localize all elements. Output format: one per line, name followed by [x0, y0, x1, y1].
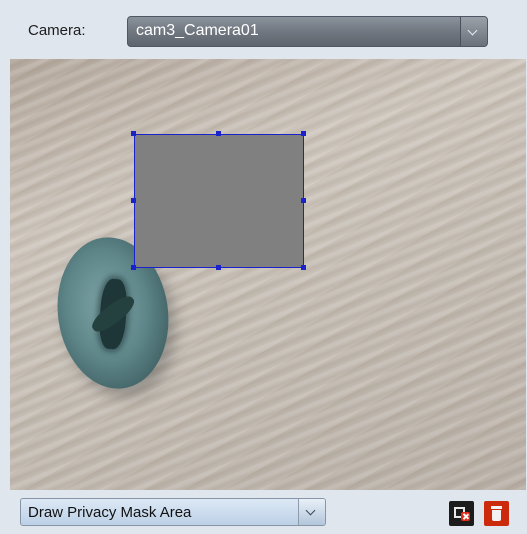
chevron-down-icon	[467, 25, 478, 36]
clear-mask-button[interactable]	[449, 501, 474, 526]
camera-dropdown-button[interactable]	[460, 17, 487, 46]
resize-handle-bottom-right[interactable]	[301, 265, 306, 270]
delete-mask-button[interactable]	[484, 501, 509, 526]
resize-handle-middle-right[interactable]	[301, 198, 306, 203]
privacy-mask-area[interactable]	[134, 134, 304, 268]
close-icon	[461, 512, 470, 521]
resize-handle-bottom-left[interactable]	[131, 265, 136, 270]
camera-select-value: cam3_Camera01	[136, 22, 259, 39]
trash-lid-icon	[491, 506, 502, 509]
camera-select[interactable]: cam3_Camera01	[127, 16, 488, 47]
resize-handle-top-middle[interactable]	[216, 131, 221, 136]
trash-icon	[492, 510, 501, 521]
camera-live-view[interactable]	[10, 59, 526, 490]
mask-mode-dropdown-button[interactable]	[298, 499, 325, 525]
resize-handle-top-right[interactable]	[301, 131, 306, 136]
camera-toolbar: Camera: cam3_Camera01	[0, 0, 527, 60]
chevron-down-icon	[305, 505, 316, 516]
mask-toolbar: Draw Privacy Mask Area	[0, 490, 527, 534]
camera-label: Camera:	[28, 22, 86, 39]
mask-mode-select[interactable]: Draw Privacy Mask Area	[20, 498, 326, 526]
resize-handle-middle-left[interactable]	[131, 198, 136, 203]
mask-mode-value: Draw Privacy Mask Area	[28, 504, 192, 521]
resize-handle-bottom-middle[interactable]	[216, 265, 221, 270]
resize-handle-top-left[interactable]	[131, 131, 136, 136]
